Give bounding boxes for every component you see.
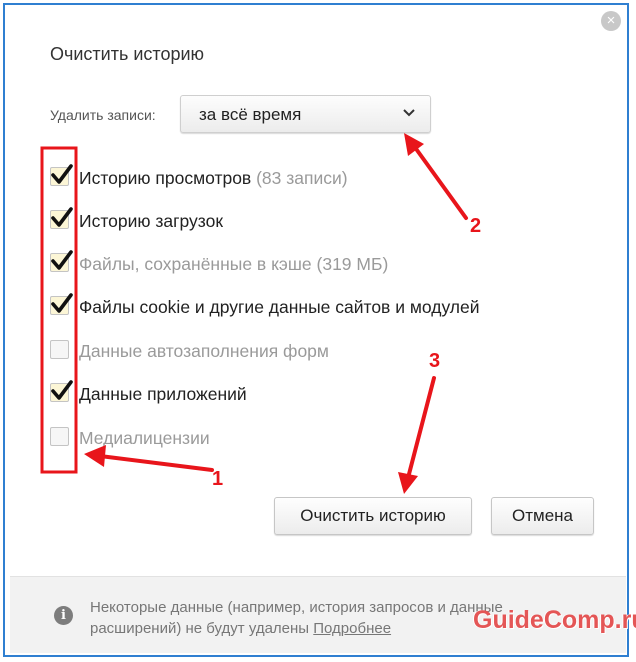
annotation-marker-1: 1 [212,468,224,490]
annotation-arrow-2 [404,133,468,220]
annotation-marker-2: 2 [470,215,482,237]
annotation-box [40,146,78,474]
annotation-arrow-3 [398,376,436,494]
annotation-arrow-1 [84,445,214,472]
watermark: GuideComp.ru [473,606,636,634]
annotation-overlay [40,133,468,494]
annotation-marker-3: 3 [429,350,441,372]
